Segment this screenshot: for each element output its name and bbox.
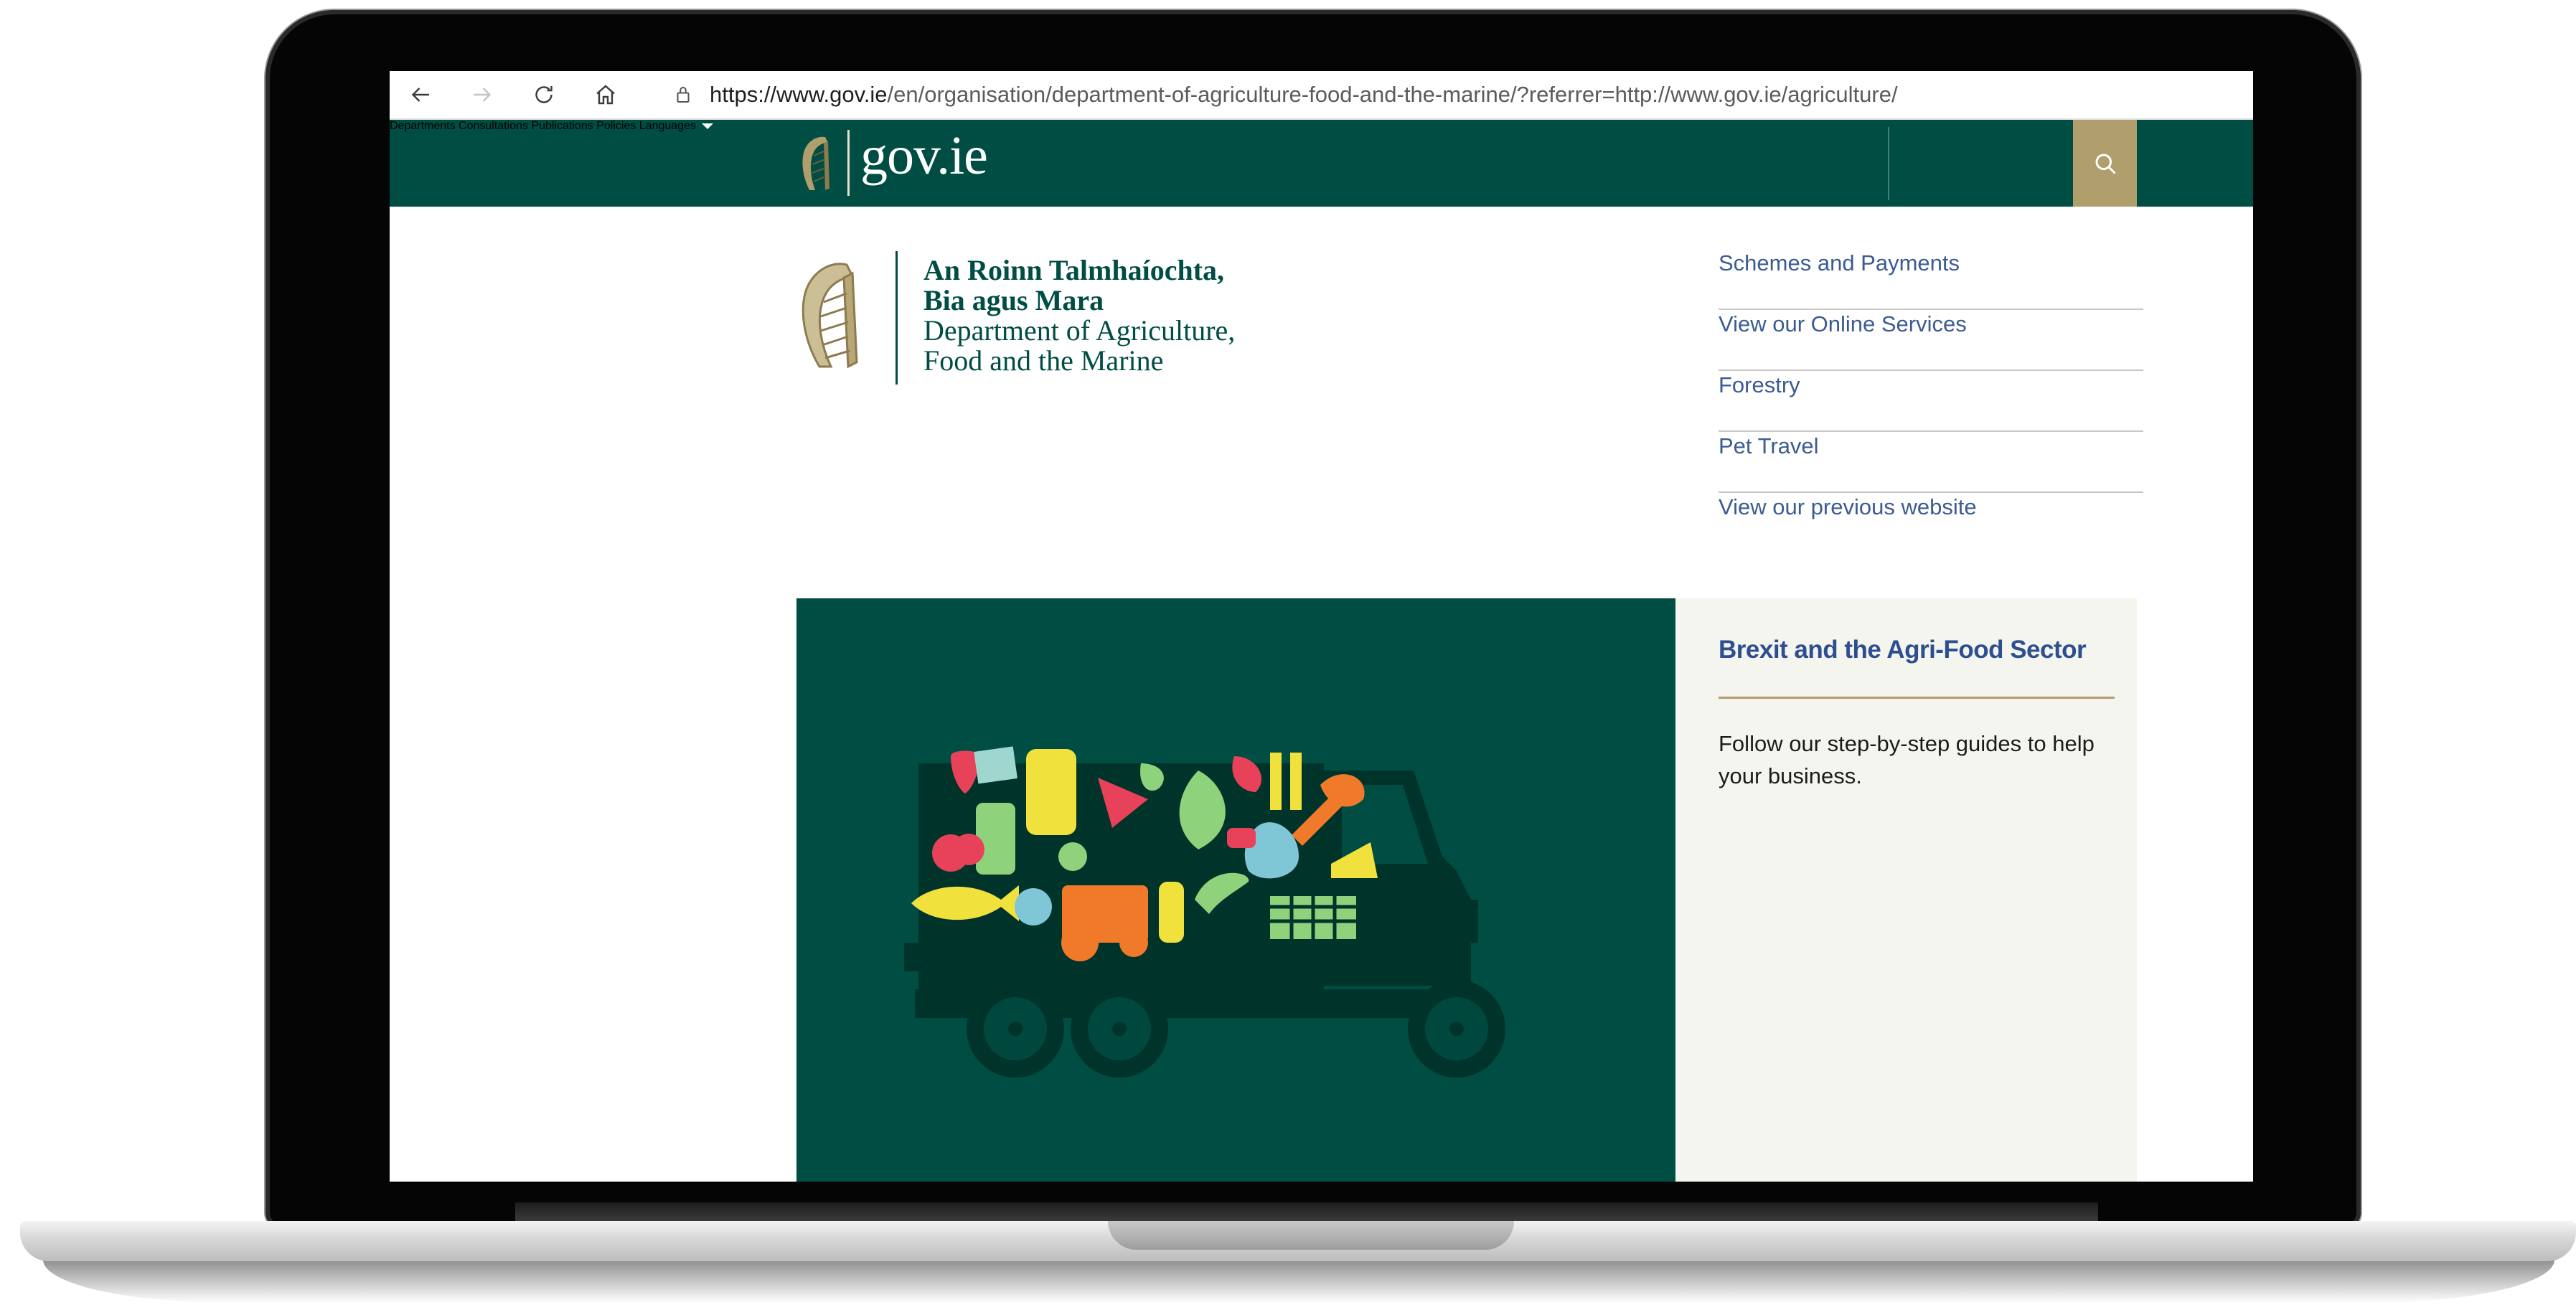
logo-divider — [847, 130, 850, 196]
search-icon — [2095, 154, 2116, 174]
dept-name-english-2: Food and the Marine — [923, 344, 1164, 377]
site-header: gov.ie Departments Consultations Publica… — [390, 120, 2253, 207]
quick-link-previous-website[interactable]: View our previous website — [1719, 493, 2143, 554]
nav-separator — [1888, 127, 1889, 200]
laptop-shadow — [43, 1260, 2554, 1303]
quick-links: Schemes and Payments View our Online Ser… — [1719, 249, 2143, 554]
browser-toolbar: https://www.gov.ie/en/organisation/depar… — [390, 71, 2253, 120]
dept-harp-emblem-icon — [802, 263, 858, 369]
harp-logo-icon — [802, 136, 829, 190]
forward-arrow-icon[interactable] — [451, 71, 513, 118]
hero-description: Follow our step-by-step guides to help y… — [1719, 731, 2095, 788]
dept-divider — [896, 251, 898, 385]
quick-link-forestry[interactable]: Forestry — [1719, 371, 2143, 432]
languages-label: Languages — [639, 120, 696, 132]
hero-sidebar: Brexit and the Agri-Food Sector Follow o… — [1675, 598, 2137, 1182]
dept-name-english-1: Department of Agriculture, — [923, 314, 1236, 347]
caret-down-icon — [701, 123, 713, 129]
home-icon[interactable] — [575, 71, 636, 118]
dept-name-irish-2: Bia agus Mara — [923, 284, 1104, 316]
agri-food-truck-illustration — [904, 746, 1505, 1078]
url-path: /en/organisation/department-of-agricultu… — [887, 82, 1898, 107]
address-bar[interactable]: https://www.gov.ie/en/organisation/depar… — [710, 82, 1898, 108]
search-button[interactable] — [2073, 120, 2137, 207]
nav-publications[interactable]: Publications — [531, 120, 593, 132]
screen: https://www.gov.ie/en/organisation/depar… — [390, 71, 2253, 1182]
hero-title-link[interactable]: Brexit and the Agri-Food Sector — [1719, 636, 2087, 664]
nav-policies[interactable]: Policies — [596, 120, 636, 132]
back-arrow-icon[interactable] — [390, 71, 451, 118]
url-host: https://www.gov.ie — [710, 82, 888, 107]
gov-ie-logo[interactable]: gov.ie — [860, 128, 988, 183]
lock-icon — [672, 84, 694, 105]
laptop-notch — [1108, 1221, 1514, 1250]
quick-link-online-services[interactable]: View our Online Services — [1719, 310, 2143, 371]
languages-dropdown[interactable]: Languages — [639, 120, 713, 132]
nav-consultations[interactable]: Consultations — [459, 120, 528, 132]
nav-departments[interactable]: Departments — [390, 120, 456, 132]
reload-icon[interactable] — [513, 71, 575, 118]
dept-name-irish-1: An Roinn Talmhaíochta, — [923, 254, 1225, 286]
laptop-hinge — [515, 1202, 2098, 1221]
quick-link-pet-travel[interactable]: Pet Travel — [1719, 432, 2143, 493]
quick-link-schemes-payments[interactable]: Schemes and Payments — [1719, 249, 2143, 310]
hero-rule — [1719, 697, 2115, 699]
hero-image[interactable] — [796, 598, 1675, 1182]
